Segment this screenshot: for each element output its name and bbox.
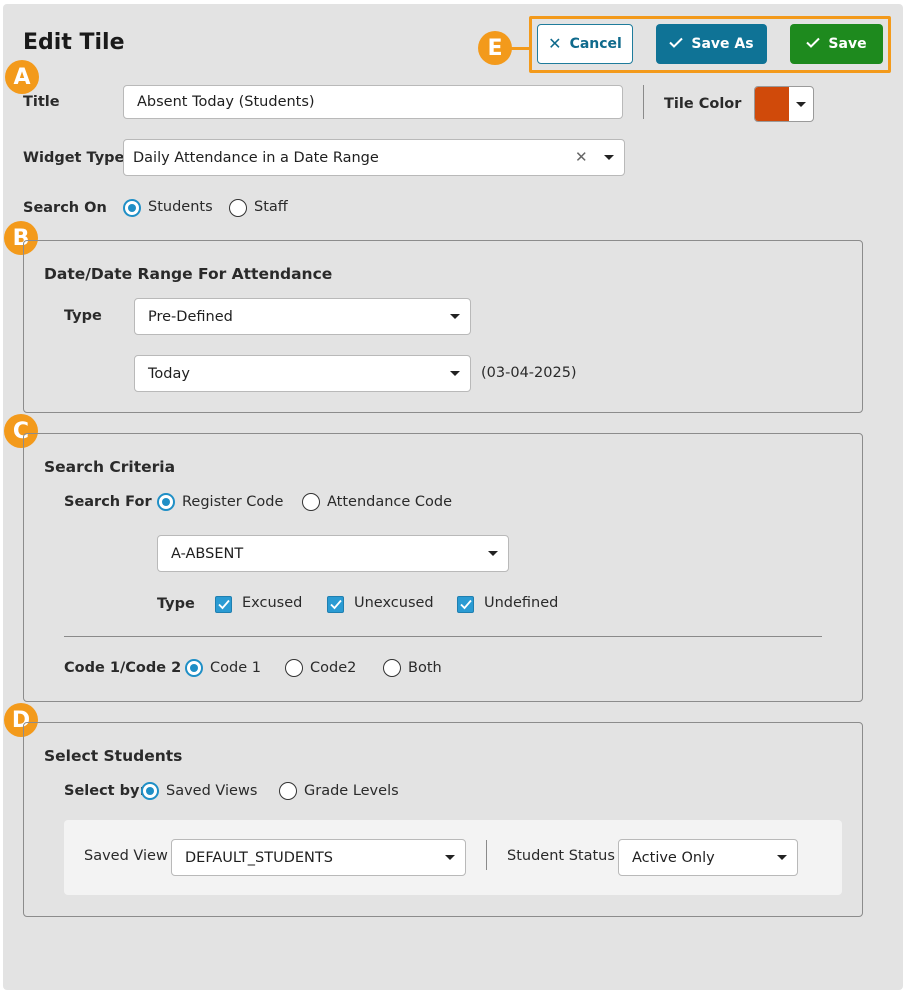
checkbox-excused-label: Excused (242, 595, 303, 611)
date-range-value: Today (148, 365, 190, 382)
radio-both-label: Both (408, 660, 442, 676)
saved-view-label: Saved View (84, 848, 168, 864)
radio-students[interactable] (123, 199, 141, 217)
radio-code-1-label: Code 1 (210, 660, 261, 676)
section-divider (64, 636, 822, 637)
select-by-label: Select by: (64, 783, 146, 799)
widget-type-label: Widget Type (23, 150, 125, 166)
tile-color-label: Tile Color (664, 96, 742, 112)
title-input-value: Absent Today (Students) (137, 94, 315, 110)
radio-grade-levels-label: Grade Levels (304, 783, 399, 799)
radio-code-2-label: Code2 (310, 660, 357, 676)
radio-students-label: Students (148, 199, 213, 215)
widget-type-select[interactable]: Daily Attendance in a Date Range ✕ (123, 139, 625, 176)
chevron-down-icon (488, 551, 498, 556)
checkbox-undefined-label: Undefined (484, 595, 559, 611)
radio-staff-label: Staff (254, 199, 288, 215)
save-as-label: Save As (691, 36, 754, 52)
date-type-select[interactable]: Pre-Defined (134, 298, 471, 335)
chevron-down-icon (450, 314, 460, 319)
date-type-label: Type (64, 308, 102, 324)
chevron-down-icon (604, 155, 614, 160)
divider (643, 85, 644, 119)
register-code-value: A-ABSENT (171, 545, 244, 562)
search-on-label: Search On (23, 200, 107, 216)
save-button[interactable]: Save (790, 24, 883, 64)
checkbox-unexcused-label: Unexcused (354, 595, 434, 611)
date-range-select[interactable]: Today (134, 355, 471, 392)
radio-staff[interactable] (229, 199, 247, 217)
chevron-down-icon (796, 102, 806, 107)
radio-register-code-label: Register Code (182, 494, 284, 510)
check-icon (669, 36, 684, 52)
chevron-down-icon (445, 855, 455, 860)
code-label: Code 1/Code 2 (64, 660, 182, 676)
saved-view-select[interactable]: DEFAULT_STUDENTS (171, 839, 466, 876)
radio-attendance-code[interactable] (302, 493, 320, 511)
title-input[interactable]: Absent Today (Students) (123, 85, 623, 119)
annotation-connector (511, 47, 531, 50)
save-as-button[interactable]: Save As (656, 24, 767, 64)
title-label: Title (23, 94, 60, 110)
clear-icon[interactable]: ✕ (575, 148, 588, 166)
date-range-resolved-date: (03-04-2025) (481, 365, 577, 381)
date-range-heading: Date/Date Range For Attendance (44, 265, 333, 283)
date-type-value: Pre-Defined (148, 308, 233, 325)
checkbox-undefined[interactable] (457, 596, 474, 613)
annotation-badge-e: E (478, 31, 512, 65)
close-icon: ✕ (548, 34, 562, 53)
page-title: Edit Tile (23, 30, 125, 55)
chevron-down-icon (777, 855, 787, 860)
student-status-value: Active Only (632, 849, 715, 866)
saved-view-value: DEFAULT_STUDENTS (185, 849, 333, 866)
radio-saved-views[interactable] (141, 782, 159, 800)
select-students-heading: Select Students (44, 747, 183, 765)
divider (486, 840, 487, 870)
chevron-down-icon (450, 371, 460, 376)
student-status-label: Student Status (507, 848, 615, 864)
radio-grade-levels[interactable] (279, 782, 297, 800)
save-label: Save (828, 36, 867, 52)
criteria-type-label: Type (157, 596, 195, 612)
student-status-select[interactable]: Active Only (618, 839, 798, 876)
register-code-select[interactable]: A-ABSENT (157, 535, 509, 572)
search-criteria-heading: Search Criteria (44, 458, 176, 476)
radio-both[interactable] (383, 659, 401, 677)
check-icon (806, 36, 821, 52)
radio-attendance-code-label: Attendance Code (327, 494, 453, 510)
radio-code-1[interactable] (185, 659, 203, 677)
radio-register-code[interactable] (157, 493, 175, 511)
widget-type-value: Daily Attendance in a Date Range (133, 149, 379, 166)
annotation-badge-a: A (5, 60, 39, 94)
tile-color-picker[interactable] (754, 86, 814, 122)
checkbox-unexcused[interactable] (327, 596, 344, 613)
cancel-button[interactable]: ✕ Cancel (537, 24, 633, 64)
search-for-label: Search For (64, 494, 152, 510)
color-swatch (755, 87, 789, 121)
cancel-label: Cancel (569, 36, 622, 52)
radio-saved-views-label: Saved Views (166, 783, 258, 799)
radio-code-2[interactable] (285, 659, 303, 677)
checkbox-excused[interactable] (215, 596, 232, 613)
